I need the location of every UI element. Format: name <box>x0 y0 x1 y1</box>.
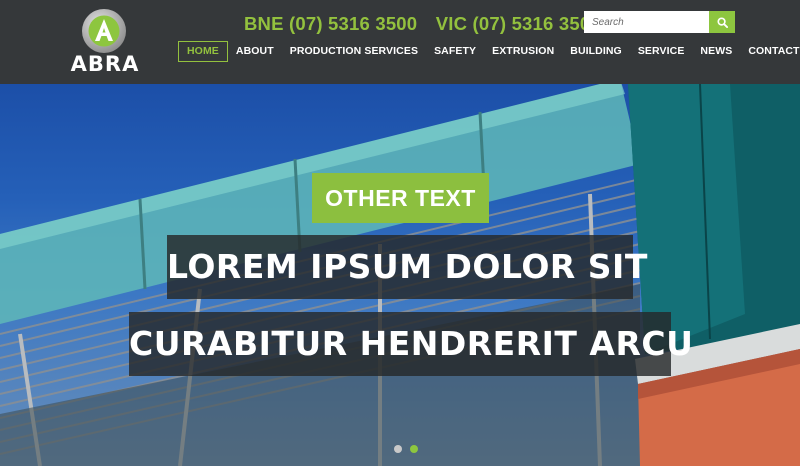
nav-service[interactable]: SERVICE <box>630 41 693 62</box>
logo-mark-icon <box>82 9 126 53</box>
hero-headline-line2: CURABITUR HENDRERIT ARCU <box>129 312 693 376</box>
nav-extrusion[interactable]: EXTRUSION <box>484 41 562 62</box>
search-icon <box>716 16 728 28</box>
phone-numbers: BNE (07) 5316 3500 VIC (07) 5316 3500 <box>244 13 615 35</box>
hero-tag: OTHER TEXT <box>312 173 489 223</box>
nav-production-services[interactable]: PRODUCTION SERVICES <box>282 41 426 62</box>
logo-text: ABRA <box>70 52 140 76</box>
phone-bne[interactable]: BNE (07) 5316 3500 <box>244 13 417 34</box>
site-header: ABRA BNE (07) 5316 3500 VIC (07) 5316 35… <box>0 0 800 84</box>
search-input[interactable] <box>584 11 709 33</box>
slider-pagination <box>394 445 418 453</box>
main-nav: HOME ABOUT PRODUCTION SERVICES SAFETY EX… <box>178 41 800 62</box>
search-form <box>584 11 735 33</box>
slide-dot-1[interactable] <box>394 445 402 453</box>
slide-dot-2[interactable] <box>410 445 418 453</box>
hero-headline-line1: LOREM IPSUM DOLOR SIT <box>167 235 647 299</box>
nav-home[interactable]: HOME <box>178 41 228 62</box>
abra-logo[interactable]: ABRA <box>64 8 146 76</box>
search-button[interactable] <box>709 11 735 33</box>
nav-safety[interactable]: SAFETY <box>426 41 484 62</box>
phone-vic[interactable]: VIC (07) 5316 3500 <box>436 13 601 34</box>
hero-slider: OTHER TEXT LOREM IPSUM DOLOR SIT CURABIT… <box>0 84 800 466</box>
nav-about[interactable]: ABOUT <box>228 41 282 62</box>
nav-contact[interactable]: CONTACT <box>740 41 800 62</box>
nav-news[interactable]: NEWS <box>692 41 740 62</box>
nav-building[interactable]: BUILDING <box>562 41 630 62</box>
